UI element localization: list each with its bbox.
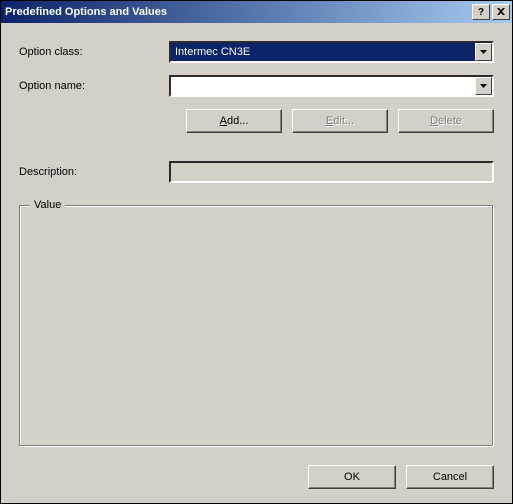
delete-button: Delete — [398, 109, 494, 133]
description-label: Description: — [19, 166, 169, 178]
option-name-arrow[interactable] — [475, 77, 492, 95]
description-row: Description: — [19, 161, 494, 183]
help-icon: ? — [478, 7, 484, 18]
edit-button: Edit... — [292, 109, 388, 133]
window-title: Predefined Options and Values — [5, 6, 470, 18]
dialog-window: Predefined Options and Values ? Option c… — [0, 0, 513, 504]
chevron-down-icon — [480, 84, 487, 88]
help-button[interactable]: ? — [472, 4, 490, 20]
close-icon — [497, 8, 505, 16]
dialog-content: Option class: Intermec CN3E Option name: — [1, 23, 512, 503]
value-legend: Value — [30, 199, 65, 211]
option-class-value: Intermec CN3E — [171, 43, 475, 61]
option-name-label: Option name: — [19, 80, 169, 92]
option-class-row: Option class: Intermec CN3E — [19, 41, 494, 63]
value-fieldset: Value — [19, 205, 494, 447]
option-name-row: Option name: — [19, 75, 494, 97]
option-name-value — [171, 77, 475, 95]
action-button-row: Add... Edit... Delete — [169, 109, 494, 133]
option-class-dropdown[interactable]: Intermec CN3E — [169, 41, 494, 63]
ok-button[interactable]: OK — [308, 465, 396, 489]
add-button[interactable]: Add... — [186, 109, 282, 133]
option-name-dropdown[interactable] — [169, 75, 494, 97]
option-class-arrow[interactable] — [475, 43, 492, 61]
close-button[interactable] — [492, 4, 510, 20]
cancel-button[interactable]: Cancel — [406, 465, 494, 489]
titlebar: Predefined Options and Values ? — [1, 1, 512, 23]
description-field — [169, 161, 494, 183]
chevron-down-icon — [480, 50, 487, 54]
dialog-button-row: OK Cancel — [19, 465, 494, 489]
titlebar-buttons: ? — [470, 4, 510, 20]
option-class-label: Option class: — [19, 46, 169, 58]
